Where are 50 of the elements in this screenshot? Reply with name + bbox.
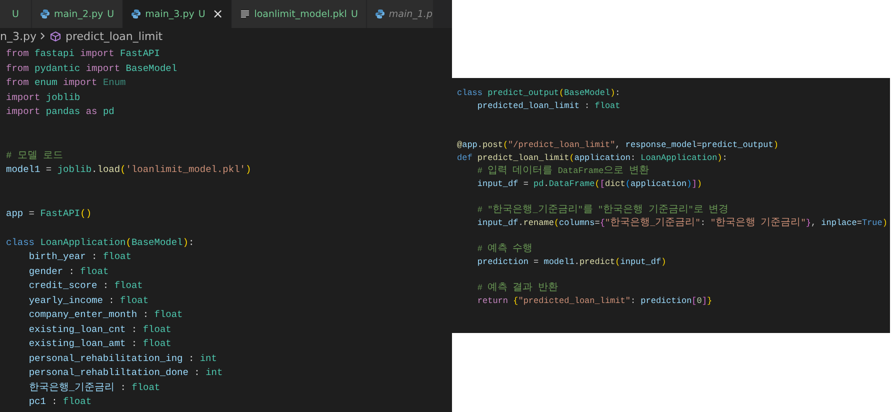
code-line: birth_year : float [28, 250, 132, 264]
file-lines-icon [240, 9, 250, 19]
code-line: from pydantic import BaseModel [6, 62, 178, 76]
code-line: gender : float [28, 264, 109, 278]
editor-tab[interactable]: main_3.py U × [123, 0, 232, 28]
python-file-icon [40, 9, 50, 19]
git-status-label: U [107, 8, 114, 20]
code-line: # 입력 데이터를 DataFrame으로 변환 [476, 165, 649, 178]
code-line: # 예측 수행 [476, 243, 533, 256]
code-line: return {"predicted_loan_limit": prediction[0]} [476, 295, 712, 308]
code-line: existing_loan_cnt : float [28, 322, 172, 336]
breadcrumb-symbol[interactable]: predict_loan_limit [65, 30, 163, 42]
git-status-label: U [198, 8, 206, 20]
code-line: company_enter_month : float [28, 308, 183, 322]
code-line: yearly_income : float [28, 294, 149, 308]
code-line: pc1 : float [28, 395, 92, 409]
code-line: from enum import Enum [6, 76, 126, 90]
code-line: predicted_loan_limit : float [476, 100, 620, 113]
code-line: model1 = joblib.load('loanlimit_model.pkl') [6, 163, 252, 177]
code-line: personal_rehabilitation_ing : int [28, 352, 217, 366]
editor-tab[interactable]: main_2.py U [32, 0, 124, 28]
editor-tab[interactable]: loanlimit_model.pkl U [232, 0, 367, 28]
python-file-icon [374, 9, 385, 19]
code-line: def predict_loan_limit(application: LoanApplication): [457, 152, 728, 165]
code-line: input_df = pd.DataFrame([dict(application)]) [476, 178, 702, 191]
code-line: app = FastAPI() [6, 206, 92, 220]
code-line: from fastapi import FastAPI [6, 47, 160, 61]
code-line: input_df.rename(columns={"한국은행_기준금리": "한국은행 기준금리"}, inplace=True) [476, 217, 888, 230]
editor-tab[interactable]: U [0, 0, 32, 28]
git-status-label: U [12, 8, 19, 20]
code-line: import pandas as pd [6, 105, 114, 119]
breadcrumb-file[interactable]: n_3.py [0, 30, 36, 42]
code-line: existing_loan_amt : float [28, 337, 172, 351]
code-line: class LoanApplication(BaseModel): [6, 236, 194, 250]
editor-tab[interactable]: main_1.p [366, 0, 434, 28]
code-line: personal_rehabliltation_done : int [28, 366, 223, 380]
python-file-icon [131, 9, 142, 19]
code-line: credit_score : float [28, 279, 143, 293]
code-line: class predict_output(BaseModel): [457, 87, 620, 100]
code-line: import joblib [6, 90, 80, 104]
code-line: prediction = model1.predict(input_df) [476, 256, 666, 269]
code-line: # 예측 결과 반환 [476, 282, 558, 295]
close-button[interactable]: × [212, 6, 224, 22]
cube-icon [50, 30, 62, 42]
code-line: @app.post("/predict_loan_limit", response_model=predict_output) [457, 139, 778, 152]
git-status-label: U [350, 8, 358, 20]
code-line: # 모델 로드 [6, 148, 64, 163]
code-line: # "한국은행_기준금리"를 "한국은행 기준금리"로 변경 [476, 204, 728, 217]
code-line: 한국은행_기준금리 : float [28, 380, 160, 395]
chevron-icon [40, 32, 46, 40]
